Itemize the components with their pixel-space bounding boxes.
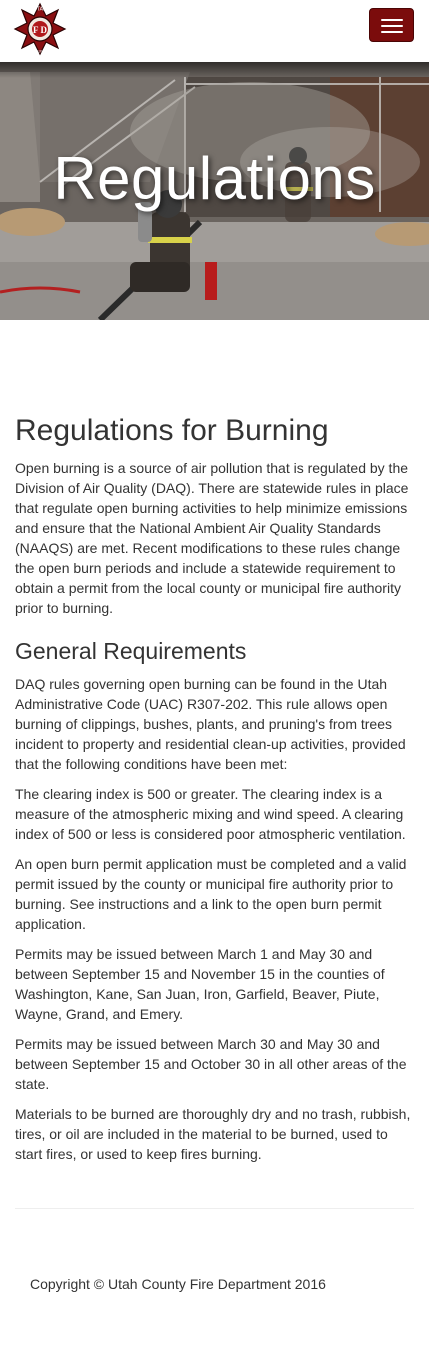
main-content: Regulations for Burning Open burning is … — [15, 412, 415, 1174]
page-heading: Regulations for Burning — [15, 414, 329, 447]
requirements-paragraph: Materials to be burned are thoroughly dr… — [15, 1106, 411, 1162]
svg-text:COUNTY: COUNTY — [32, 49, 49, 54]
navbar: UTAH COUNTY F D — [0, 0, 429, 62]
intro-paragraph: Open burning is a source of air pollutio… — [15, 460, 409, 616]
requirements-paragraph: DAQ rules governing open burning can be … — [15, 676, 406, 772]
svg-text:F D: F D — [33, 25, 47, 35]
hamburger-icon-bar — [381, 25, 403, 27]
requirements-paragraph: Permits may be issued between March 1 an… — [15, 946, 385, 1022]
menu-toggle-button[interactable] — [369, 8, 414, 42]
requirements-paragraph: An open burn permit application must be … — [15, 856, 407, 932]
footer-copyright: Copyright © Utah County Fire Department … — [30, 1276, 326, 1292]
hamburger-icon-bar — [381, 19, 403, 21]
section-heading-general-requirements: General Requirements — [15, 638, 247, 664]
svg-text:UTAH: UTAH — [33, 7, 47, 13]
fire-department-logo[interactable]: UTAH COUNTY F D — [13, 2, 67, 56]
hero-top-shadow — [0, 62, 429, 78]
requirements-paragraph: The clearing index is 500 or greater. Th… — [15, 786, 406, 842]
requirements-paragraph: Permits may be issued between March 30 a… — [15, 1036, 407, 1092]
hamburger-icon-bar — [381, 31, 403, 33]
footer-divider — [15, 1208, 414, 1209]
hero-title: Regulations — [53, 145, 376, 212]
hero-banner: Regulations — [0, 62, 429, 320]
